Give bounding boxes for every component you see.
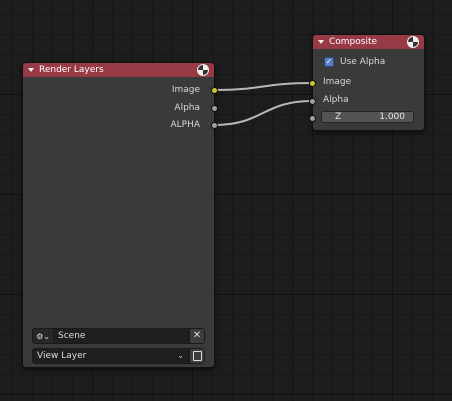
z-value: 1.000: [379, 112, 405, 122]
output-alpha-upper-row: ALPHA: [23, 117, 214, 133]
use-alpha-label: Use Alpha: [340, 57, 386, 67]
render-icon: [192, 351, 202, 361]
output-alpha-label: Alpha: [174, 103, 200, 113]
output-alpha-row: Alpha: [23, 100, 214, 116]
input-image-socket[interactable]: [309, 80, 316, 87]
output-alpha-socket[interactable]: [211, 105, 218, 112]
node-preview-icon[interactable]: [197, 64, 209, 76]
composite-header[interactable]: Composite: [313, 35, 424, 49]
chevron-down-icon: ⌄: [177, 351, 184, 360]
z-value-field[interactable]: Z 1.000: [321, 111, 414, 123]
scene-selector: ⚙⌄ Scene ✕: [32, 328, 205, 344]
link-image: [213, 82, 313, 91]
output-image-row: Image: [23, 82, 214, 98]
input-alpha-socket[interactable]: [309, 98, 316, 105]
z-label: Z: [335, 112, 342, 122]
use-alpha-row[interactable]: ✓ Use Alpha: [324, 57, 385, 67]
render-view-layer-button[interactable]: [189, 348, 205, 364]
render-layers-header[interactable]: Render Layers: [23, 63, 214, 77]
node-preview-icon[interactable]: [407, 36, 419, 48]
output-alpha-upper-socket[interactable]: [211, 122, 218, 129]
input-z-socket[interactable]: [309, 115, 316, 122]
composite-node[interactable]: Composite ✓ Use Alpha Image Alpha Z 1.00…: [309, 34, 425, 131]
render-layers-node[interactable]: Render Layers Image Alpha ALPHA ⚙⌄ Scene…: [22, 62, 218, 368]
scene-clear-button[interactable]: ✕: [189, 328, 205, 344]
view-layer-dropdown[interactable]: View Layer ⌄: [32, 348, 189, 364]
input-image-label: Image: [323, 77, 352, 87]
use-alpha-checkbox[interactable]: ✓: [324, 57, 334, 67]
output-alpha-upper-label: ALPHA: [170, 120, 200, 130]
output-image-socket[interactable]: [211, 87, 218, 94]
output-image-label: Image: [171, 85, 200, 95]
collapse-arrow-icon[interactable]: [28, 68, 34, 72]
input-alpha-label: Alpha: [323, 95, 349, 105]
collapse-arrow-icon[interactable]: [318, 40, 324, 44]
link-alpha: [213, 100, 313, 126]
node-editor-canvas[interactable]: Render Layers Image Alpha ALPHA ⚙⌄ Scene…: [0, 0, 452, 401]
scene-browse-button[interactable]: ⚙⌄: [32, 328, 54, 344]
render-layers-title: Render Layers: [39, 65, 104, 75]
scene-data-icon: ⚙⌄: [36, 331, 50, 341]
view-layer-selector: View Layer ⌄: [32, 348, 205, 364]
composite-title: Composite: [329, 37, 378, 47]
view-layer-value: View Layer: [37, 351, 87, 361]
scene-name-field[interactable]: Scene: [54, 328, 189, 344]
